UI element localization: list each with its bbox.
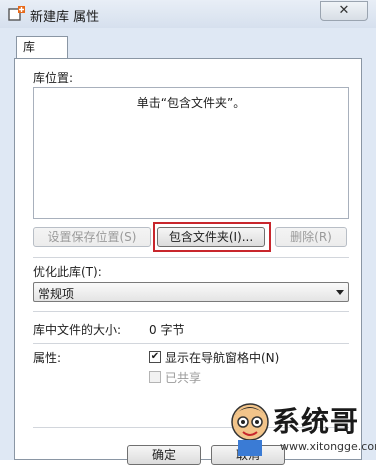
close-button[interactable]: ✕: [320, 1, 368, 21]
watermark-brand: 系统哥: [272, 405, 360, 438]
library-locations-label: 库位置:: [33, 71, 74, 85]
chevron-down-icon: [336, 290, 344, 295]
watermark-logo: 系统哥 www.xitongge.com: [228, 398, 376, 460]
library-locations-list[interactable]: 单击“包含文件夹”。: [33, 87, 349, 219]
file-size-label: 库中文件的大小:: [33, 323, 122, 337]
set-save-location-button[interactable]: 设置保存位置(S): [33, 227, 151, 247]
dialog-body: 库 库位置: 单击“包含文件夹”。 设置保存位置(S) 包含文件夹(I)... …: [0, 28, 376, 465]
mascot-icon: [231, 403, 269, 456]
library-icon: [8, 6, 25, 21]
include-folder-highlight: [153, 222, 271, 252]
separator: [33, 311, 349, 312]
watermark-url: www.xitongge.com: [280, 440, 376, 453]
window-title: 新建库 属性: [30, 10, 100, 25]
file-size-value: 0 字节: [149, 323, 185, 337]
attributes-label: 属性:: [33, 351, 62, 365]
separator: [33, 257, 349, 258]
optimize-label: 优化此库(T):: [33, 265, 102, 279]
optimize-select[interactable]: 常规项: [33, 282, 349, 302]
tab-library[interactable]: 库: [16, 36, 68, 58]
optimize-selected-value: 常规项: [38, 287, 75, 301]
shared-label: 已共享: [165, 371, 202, 385]
shared-checkbox[interactable]: [149, 371, 161, 383]
ok-button[interactable]: 确定: [127, 445, 201, 465]
title-bar: 新建库 属性 ✕: [0, 0, 376, 29]
remove-button[interactable]: 删除(R): [275, 227, 347, 247]
library-locations-hint: 单击“包含文件夹”。: [136, 96, 246, 110]
show-in-nav-checkbox[interactable]: ✔: [149, 351, 161, 363]
separator: [33, 343, 349, 344]
show-in-nav-label: 显示在导航窗格中(N): [165, 351, 280, 365]
